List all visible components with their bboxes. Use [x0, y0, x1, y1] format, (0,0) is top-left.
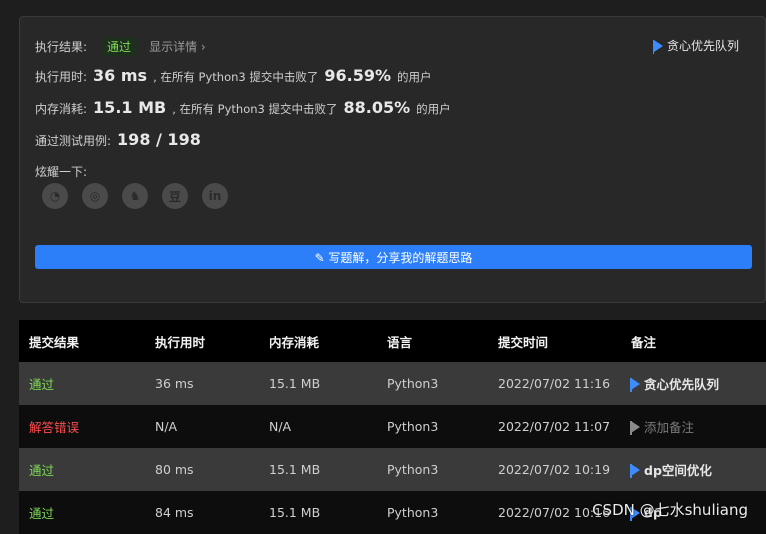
runtime-row: 执行用时: 36 ms , 在所有 Python3 提交中击败了 96.59% …	[35, 66, 432, 85]
row-memory: 15.1 MB	[269, 462, 321, 477]
douban-icon[interactable]: 豆	[162, 183, 188, 209]
testcases-label: 通过测试用例:	[35, 134, 112, 148]
tag-note[interactable]: 贪心优先队列	[652, 37, 739, 54]
runtime-suffix: 的用户	[397, 70, 432, 84]
row-time: 36 ms	[155, 376, 194, 391]
row-note[interactable]: 贪心优先队列	[630, 374, 766, 393]
testcases-row: 通过测试用例: 198 / 198	[35, 130, 207, 149]
row-language: Python3	[387, 376, 439, 391]
memory-label: 内存消耗:	[35, 102, 88, 116]
table-row[interactable]: 通过 80 ms 15.1 MB Python3 2022/07/02 10:1…	[19, 448, 766, 491]
table-row[interactable]: 解答错误 N/A N/A Python3 2022/07/02 11:07 添加…	[19, 405, 766, 448]
submission-result-card: 执行结果: 通过 显示详情 › 贪心优先队列 执行用时: 36 ms , 在所有…	[19, 16, 766, 303]
runtime-value: 36 ms	[93, 66, 148, 85]
col-note: 备注	[631, 334, 657, 350]
col-submit-time: 提交时间	[498, 334, 549, 350]
row-status[interactable]: 通过	[19, 374, 155, 393]
flag-icon	[630, 377, 640, 392]
runtime-label: 执行用时:	[35, 70, 88, 84]
weibo-icon[interactable]: ◎	[82, 183, 108, 209]
share-label-row: 炫耀一下:	[35, 163, 87, 180]
show-details-link[interactable]: 显示详情 ›	[149, 38, 206, 55]
status-badge: 通过	[101, 37, 138, 56]
runtime-percent: 96.59%	[324, 66, 392, 85]
row-date: 2022/07/02 11:16	[498, 376, 611, 391]
add-note-label: 添加备注	[644, 420, 695, 435]
linkedin-icon[interactable]: in	[202, 183, 228, 209]
flag-icon	[630, 463, 640, 478]
row-memory: N/A	[269, 419, 292, 434]
col-status: 提交结果	[29, 334, 80, 350]
row-language: Python3	[387, 419, 439, 434]
row-date: 2022/07/02 10:19	[498, 462, 611, 477]
row-status[interactable]: 解答错误	[19, 417, 155, 436]
row-time: N/A	[155, 419, 178, 434]
row-language: Python3	[387, 462, 439, 477]
testcases-value: 198 / 198	[117, 130, 201, 149]
qq-icon[interactable]: ♞	[122, 183, 148, 209]
share-icons: ◔ ◎ ♞ 豆 in	[42, 183, 228, 209]
row-status[interactable]: 通过	[19, 503, 155, 522]
col-language: 语言	[387, 334, 413, 350]
memory-text: , 在所有 Python3 提交中击败了	[172, 102, 338, 116]
row-note[interactable]: 添加备注	[630, 417, 766, 436]
memory-percent: 88.05%	[343, 98, 411, 117]
row-memory: 15.1 MB	[269, 376, 321, 391]
tag-label: 贪心优先队列	[666, 39, 739, 53]
flag-outline-icon	[630, 420, 640, 435]
note-label: dp空间优化	[644, 463, 712, 478]
memory-row: 内存消耗: 15.1 MB , 在所有 Python3 提交中击败了 88.05…	[35, 98, 451, 117]
col-memory: 内存消耗	[269, 334, 320, 350]
table-row[interactable]: 通过 36 ms 15.1 MB Python3 2022/07/02 11:1…	[19, 362, 766, 405]
note-label: 贪心优先队列	[644, 377, 720, 392]
memory-suffix: 的用户	[416, 102, 451, 116]
result-row: 执行结果: 通过 显示详情 ›	[35, 37, 206, 56]
col-time: 执行用时	[155, 334, 206, 350]
share-label: 炫耀一下:	[35, 165, 88, 179]
row-language: Python3	[387, 505, 439, 520]
write-solution-button[interactable]: ✎ 写题解，分享我的解题思路	[35, 245, 752, 269]
wechat-icon[interactable]: ◔	[42, 183, 68, 209]
result-label: 执行结果:	[35, 40, 88, 54]
memory-value: 15.1 MB	[93, 98, 167, 117]
table-header: 提交结果 执行用时 内存消耗 语言 提交时间 备注	[19, 320, 766, 362]
row-time: 84 ms	[155, 505, 194, 520]
row-status[interactable]: 通过	[19, 460, 155, 479]
runtime-text: , 在所有 Python3 提交中击败了	[153, 70, 319, 84]
row-memory: 15.1 MB	[269, 505, 321, 520]
row-note[interactable]: dp空间优化	[630, 460, 766, 479]
watermark: CSDN @七水shuliang	[592, 501, 748, 519]
row-date: 2022/07/02 11:07	[498, 419, 611, 434]
row-time: 80 ms	[155, 462, 194, 477]
flag-icon	[652, 39, 663, 54]
